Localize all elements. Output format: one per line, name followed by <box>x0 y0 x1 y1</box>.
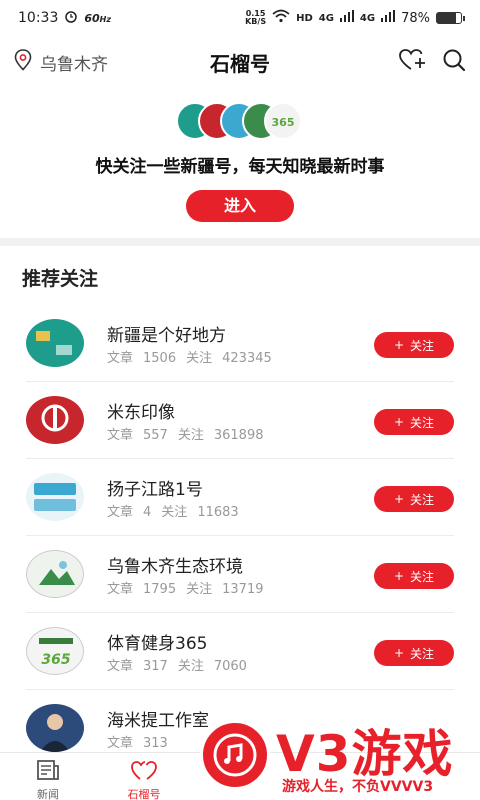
signal-icon-2 <box>381 10 396 26</box>
account-stats: 文章 313 <box>107 736 168 751</box>
newspaper-icon <box>0 759 96 784</box>
add-favorite-icon[interactable] <box>398 48 426 76</box>
enter-button[interactable]: 进入 <box>186 190 294 222</box>
list-item[interactable]: 新疆是个好地方 文章 1506 关注 423345 + 关注 <box>26 305 454 382</box>
section-divider <box>0 238 480 246</box>
list-item[interactable]: 乌鲁木齐生态环境 文章 1795 关注 13719 + 关注 <box>26 536 454 613</box>
watermark-slogan: 游戏人生，不负VVVV3 <box>282 779 434 795</box>
svg-text:365: 365 <box>41 652 70 668</box>
follow-button[interactable]: + 关注 <box>374 486 454 512</box>
account-name: 体育健身365 <box>107 634 208 654</box>
location-label: 乌鲁木齐 <box>40 54 108 75</box>
list-item[interactable]: 扬子江路1号 文章 4 关注 11683 + 关注 <box>26 459 454 536</box>
follow-button[interactable]: + 关注 <box>374 409 454 435</box>
account-name: 乌鲁木齐生态环境 <box>107 557 243 577</box>
account-name: 海米提工作室 <box>107 711 209 731</box>
follow-button[interactable]: + 关注 <box>374 640 454 666</box>
watermark: V3游戏 游戏人生，不负VVVV3 <box>196 712 480 800</box>
nav-shiliu[interactable]: 石榴号 <box>96 753 192 800</box>
promo-banner: 365 快关注一些新疆号，每天知晓最新时事 进入 <box>0 100 480 235</box>
avatar <box>26 473 84 521</box>
account-stats: 文章 317 关注 7060 <box>107 659 247 674</box>
account-stats: 文章 4 关注 11683 <box>107 505 239 520</box>
battery-percent: 78% <box>401 10 430 26</box>
alarm-icon <box>64 9 78 27</box>
battery-icon <box>436 12 465 24</box>
nav-news-label: 新闻 <box>37 788 59 800</box>
avatar <box>26 550 84 598</box>
location-selector[interactable]: 乌鲁木齐 <box>14 48 108 76</box>
avatar: 365 <box>26 627 84 675</box>
promo-logo-stack: 365 <box>176 102 304 142</box>
promo-text: 快关注一些新疆号，每天知晓最新时事 <box>95 157 385 177</box>
account-stats: 文章 557 关注 361898 <box>107 428 264 443</box>
promo-logo: 365 <box>264 102 302 140</box>
section-title: 推荐关注 <box>22 268 99 290</box>
follow-button[interactable]: + 关注 <box>374 563 454 589</box>
hearts-icon <box>96 759 192 784</box>
account-name: 新疆是个好地方 <box>107 326 226 346</box>
follow-button[interactable]: + 关注 <box>374 332 454 358</box>
status-bar: 10:33 60Hz 0.15 KB/S HD 4G 4G 78% <box>0 0 480 36</box>
account-name: 扬子江路1号 <box>107 480 203 500</box>
list-item[interactable]: 365 体育健身365 文章 317 关注 7060 + 关注 <box>26 613 454 690</box>
network-type-1: 4G <box>318 12 334 24</box>
svg-text:365: 365 <box>272 116 295 129</box>
signal-icon-1 <box>339 10 354 26</box>
search-icon[interactable] <box>442 48 466 76</box>
hd-badge: HD <box>296 12 313 24</box>
location-pin-icon <box>14 48 32 76</box>
refresh-rate: 60Hz <box>84 11 112 25</box>
network-type-2: 4G <box>359 12 376 24</box>
top-header: 乌鲁木齐 石榴号 <box>0 40 480 84</box>
nav-shiliu-label: 石榴号 <box>127 788 161 800</box>
nav-news[interactable]: 新闻 <box>0 753 96 800</box>
avatar <box>26 319 84 367</box>
battery-level <box>437 13 456 23</box>
avatar <box>26 396 84 444</box>
wifi-icon <box>272 9 290 27</box>
account-stats: 文章 1506 关注 423345 <box>107 351 272 366</box>
net-speed: 0.15 KB/S <box>245 9 267 26</box>
list-item[interactable]: 米东印像 文章 557 关注 361898 + 关注 <box>26 382 454 459</box>
watermark-logo <box>200 720 270 790</box>
status-time: 10:33 <box>18 10 59 26</box>
avatar <box>26 704 84 752</box>
recommend-list: 新疆是个好地方 文章 1506 关注 423345 + 关注 米东印像 文章 557 关注 3… <box>0 305 480 767</box>
account-stats: 文章 1795 关注 13719 <box>107 582 264 597</box>
account-name: 米东印像 <box>107 403 175 423</box>
